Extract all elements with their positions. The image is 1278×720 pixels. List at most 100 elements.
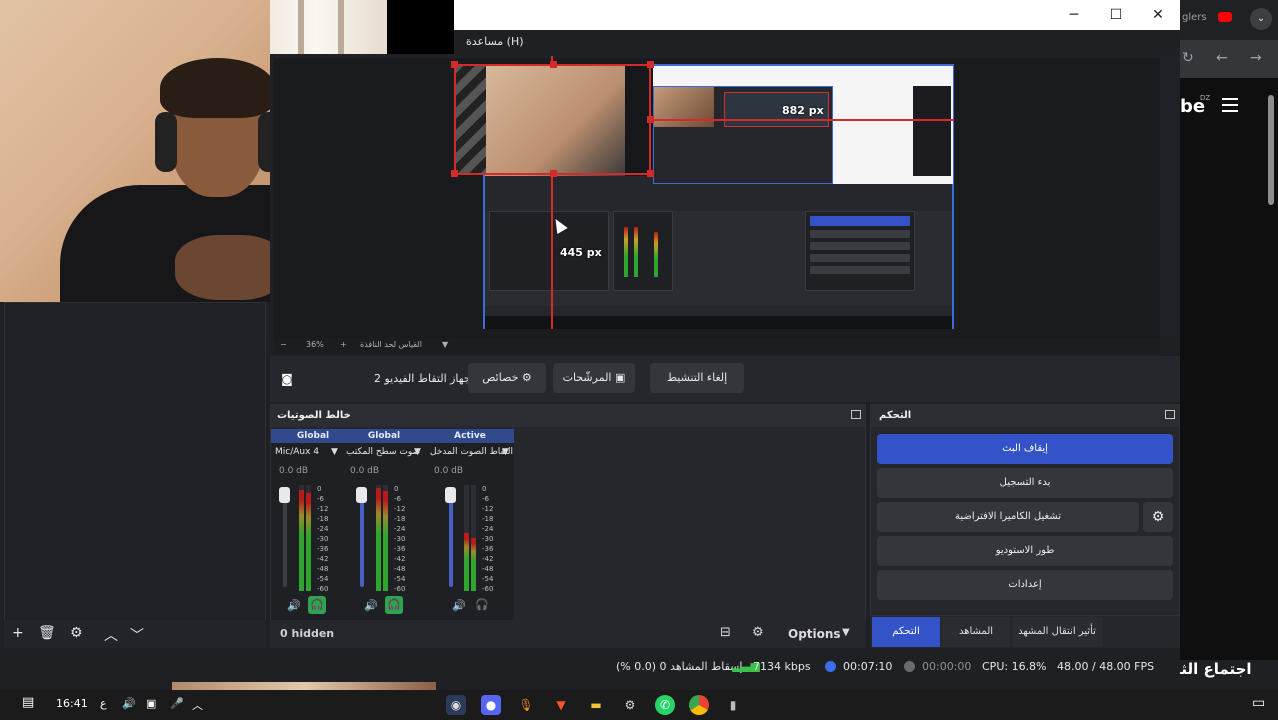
layout-icon[interactable]: ⊟ xyxy=(720,625,731,640)
brave-app-icon[interactable]: ▼ xyxy=(551,695,571,715)
float-icon[interactable] xyxy=(1165,410,1175,419)
meter-scale-label: -18 xyxy=(317,515,329,523)
camera-icon[interactable]: ◙ xyxy=(280,372,294,386)
headphones-icon[interactable]: 🎧 xyxy=(308,596,326,614)
chevron-down-icon[interactable]: ▼ xyxy=(842,627,850,638)
settings-app-icon[interactable]: ⚙ xyxy=(620,695,640,715)
maximize-button[interactable]: ☐ xyxy=(1096,4,1136,26)
virtual-camera-settings-gear-icon[interactable]: ⚙ xyxy=(1143,502,1173,532)
chevron-up-icon[interactable]: ︿ xyxy=(192,697,203,713)
notification-icon[interactable]: ▤ xyxy=(22,695,34,710)
resize-handle[interactable] xyxy=(451,170,458,177)
meter-fill xyxy=(383,491,388,591)
move-down-icon[interactable]: ﹀ xyxy=(130,625,144,645)
volume-slider-handle[interactable] xyxy=(279,487,290,503)
properties-button[interactable]: خصائص ⚙ xyxy=(468,363,546,393)
resize-handle[interactable] xyxy=(647,61,654,68)
meter-scale-label: -60 xyxy=(394,585,406,593)
controls-dock: التحكم إيقاف البث بدء التسجيل تشغيل الكا… xyxy=(870,404,1180,616)
resize-handle[interactable] xyxy=(451,61,458,68)
close-button[interactable]: ✕ xyxy=(1138,4,1178,26)
chrome-app-icon[interactable] xyxy=(689,695,709,715)
file-explorer-icon[interactable]: ▬ xyxy=(586,695,606,715)
volume-track[interactable] xyxy=(283,489,287,587)
nested-button xyxy=(810,266,910,274)
zoom-mode[interactable]: القياس لحد النافذة xyxy=(360,340,422,349)
whatsapp-app-icon[interactable]: ✆ xyxy=(655,695,675,715)
volume-icon[interactable]: 🔊 xyxy=(122,697,136,710)
discord-app-icon[interactable]: ● xyxy=(481,695,501,715)
headphones-off-icon[interactable]: 🎧 xyxy=(473,596,491,614)
meter-scale-label: 0 xyxy=(317,485,322,493)
volume-slider-handle[interactable] xyxy=(445,487,456,503)
meter-scale: 0 -6 -12 -18 -24 -30 -36 -42 -48 -54 -60 xyxy=(482,484,493,594)
back-arrow-icon[interactable]: ← xyxy=(1216,50,1228,66)
zoom-out-button[interactable]: − xyxy=(280,340,287,349)
stop-streaming-button[interactable]: إيقاف البث xyxy=(877,434,1173,464)
scenes-list-panel[interactable] xyxy=(4,302,266,647)
menu-help[interactable]: مساعدة (H) xyxy=(466,35,524,48)
trash-icon[interactable]: 🗑 xyxy=(38,625,56,641)
tab-controls[interactable]: التحكم xyxy=(872,617,940,647)
meter-scale-label: -12 xyxy=(317,505,329,513)
tab-scenes[interactable]: المشاهد xyxy=(942,617,1010,647)
clock[interactable]: 16:41 xyxy=(56,697,88,710)
options-menu[interactable]: Options xyxy=(788,627,841,641)
speaker-icon[interactable]: 🔊 xyxy=(452,599,466,612)
obs-app-icon[interactable]: ◉ xyxy=(446,695,466,715)
volume-slider-handle[interactable] xyxy=(356,487,367,503)
tab-search-icon[interactable]: ⌄ xyxy=(1250,8,1272,30)
virtual-camera-button[interactable]: تشغيل الكاميرا الافتراضية xyxy=(877,502,1139,532)
hidden-count[interactable]: 0 hidden xyxy=(280,627,334,640)
volume-track[interactable] xyxy=(360,489,364,587)
scrollbar[interactable] xyxy=(1268,95,1274,205)
headphones-icon[interactable]: 🎧 xyxy=(385,596,403,614)
reload-icon[interactable]: ↻ xyxy=(1182,50,1194,66)
youtube-icon xyxy=(1218,12,1232,22)
speaker-icon[interactable]: 🔊 xyxy=(287,599,301,612)
minimize-button[interactable]: ─ xyxy=(1054,4,1094,26)
nested-meter xyxy=(624,227,628,277)
streaming-indicator-icon xyxy=(825,661,836,672)
tab-transitions[interactable]: تأثير انتقال المشهد xyxy=(1012,617,1102,647)
zoom-dropdown-icon[interactable]: ▼ xyxy=(442,340,448,349)
studio-mode-button[interactable]: طور الاستوديو xyxy=(877,536,1173,566)
menu-icon[interactable] xyxy=(1222,98,1238,112)
deactivate-button[interactable]: إلغاء التنشيط xyxy=(650,363,744,393)
start-recording-button[interactable]: بدء التسجيل xyxy=(877,468,1173,498)
resize-handle[interactable] xyxy=(647,170,654,177)
settings-button[interactable]: إعدادات xyxy=(877,570,1173,600)
float-icon[interactable] xyxy=(851,410,861,419)
input-language[interactable]: ع xyxy=(100,697,107,710)
video-title[interactable]: اجتماع الثلا xyxy=(1170,660,1252,678)
taskbar: ▤ 16:41 ع 🔊 ▣ 🎤 ︿ ◉ ● 🎙 ▼ ▬ ⚙ ✆ ▮ ▭ xyxy=(0,690,1278,720)
filter-icon: ▣ xyxy=(614,371,626,384)
menu-bar: مساعدة (H) xyxy=(454,30,1180,54)
meter-scale: 0 -6 -12 -18 -24 -30 -36 -42 -48 -54 -60 xyxy=(317,484,328,594)
browser-tab-text[interactable]: glers xyxy=(1182,12,1207,23)
selection-box[interactable] xyxy=(451,61,654,177)
nested-button xyxy=(810,242,910,250)
add-icon[interactable]: + xyxy=(12,625,24,641)
forward-arrow-icon[interactable]: → xyxy=(1250,50,1262,66)
move-up-icon[interactable]: ︿ xyxy=(104,625,118,645)
record-time: 00:00:00 xyxy=(922,660,972,673)
meter-fill xyxy=(376,488,381,591)
recording-indicator-icon xyxy=(904,661,915,672)
app-icon[interactable]: ▮ xyxy=(723,695,743,715)
notification-center-icon[interactable]: ▭ xyxy=(1252,695,1265,711)
bitrate: 7134 kbps xyxy=(753,660,811,673)
network-icon[interactable]: ▣ xyxy=(146,697,156,710)
meter-fill xyxy=(306,493,311,591)
zoom-in-button[interactable]: + xyxy=(340,340,347,349)
gear-icon[interactable]: ⚙ xyxy=(70,625,83,641)
microphone-icon[interactable]: 🎤 xyxy=(170,697,184,710)
chevron-down-icon[interactable]: ▼ xyxy=(414,447,421,457)
advanced-audio-icon[interactable]: ⚙ xyxy=(752,625,764,640)
chevron-down-icon[interactable]: ▼ xyxy=(502,447,509,457)
chevron-down-icon[interactable]: ▼ xyxy=(331,447,338,457)
volume-track[interactable] xyxy=(449,489,453,587)
speaker-icon[interactable]: 🔊 xyxy=(364,599,378,612)
recorder-app-icon[interactable]: 🎙 xyxy=(516,695,536,715)
filters-button[interactable]: المرشّحات ▣ xyxy=(553,363,635,393)
